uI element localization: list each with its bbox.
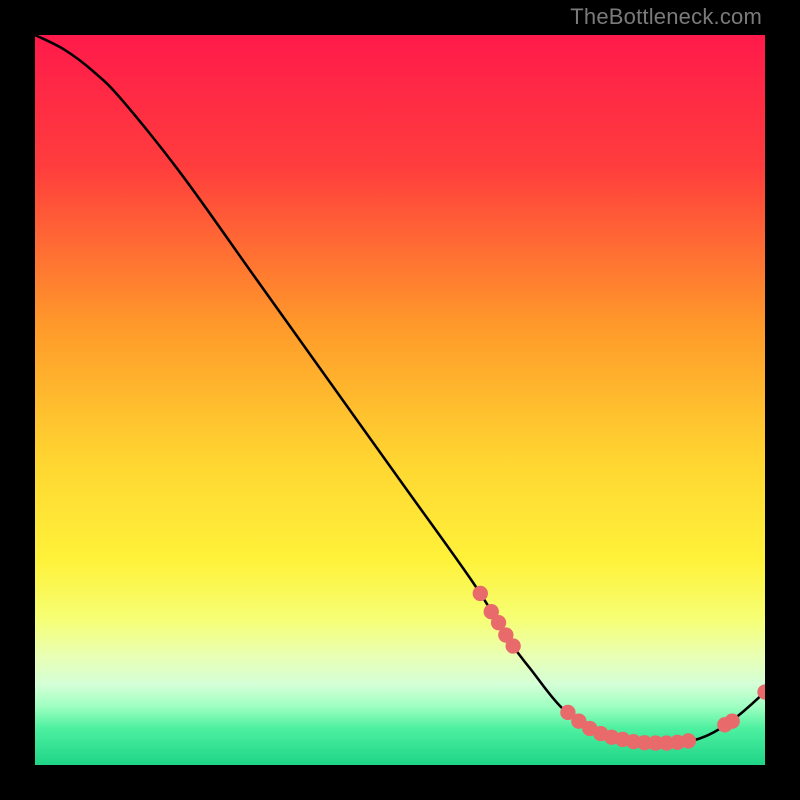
bottleneck-curve-line [35,35,765,744]
chart-svg [35,35,765,765]
plot-area [35,35,765,765]
watermark-text: TheBottleneck.com [570,4,762,30]
marker-dot [473,586,488,601]
marker-dot [724,714,739,729]
curve-markers [473,586,765,751]
marker-dot [681,733,696,748]
marker-dot [505,638,520,653]
chart-frame: TheBottleneck.com [0,0,800,800]
